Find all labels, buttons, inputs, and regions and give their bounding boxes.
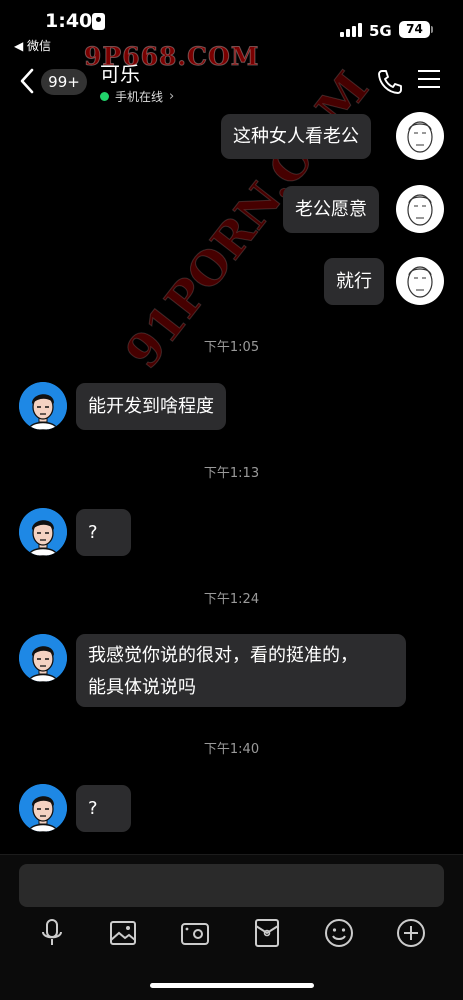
watermark-top: 9P668.COM — [83, 42, 260, 72]
received-message-bubble[interactable]: 我感觉你说的很对，看的挺准的， 能具体说说吗 — [76, 634, 406, 707]
home-indicator[interactable] — [150, 983, 314, 988]
unread-count-badge[interactable]: 99+ — [41, 69, 87, 95]
sent-message-bubble[interactable]: 这种女人看老公 — [221, 114, 371, 159]
battery-tip — [431, 26, 433, 33]
contact-avatar[interactable] — [19, 784, 67, 832]
online-dot-icon — [100, 92, 109, 101]
red-packet-icon[interactable] — [251, 917, 283, 949]
contact-avatar[interactable] — [19, 634, 67, 682]
status-time: 1:40 — [45, 10, 93, 32]
contact-avatar[interactable] — [19, 382, 67, 430]
phone-icon[interactable] — [376, 68, 404, 96]
message-input[interactable] — [19, 864, 444, 907]
received-message-bubble[interactable]: ? — [76, 785, 131, 832]
my-avatar[interactable] — [396, 185, 444, 233]
network-type: 5G — [369, 22, 392, 40]
camera-icon[interactable] — [179, 917, 211, 949]
timestamp: 下午1:05 — [203, 340, 260, 355]
timestamp: 下午1:40 — [203, 742, 260, 757]
plus-icon[interactable] — [395, 917, 427, 949]
back-to-app-link[interactable]: ◀ 微信 — [14, 37, 51, 54]
message-line: 能具体说说吗 — [88, 677, 196, 698]
my-avatar[interactable] — [396, 257, 444, 305]
my-avatar[interactable] — [396, 112, 444, 160]
received-message-bubble[interactable]: ? — [76, 509, 131, 556]
emoji-icon[interactable] — [323, 917, 355, 949]
image-icon[interactable] — [107, 917, 139, 949]
signal-icon — [340, 23, 362, 37]
sent-message-bubble[interactable]: 老公愿意 — [283, 186, 379, 233]
timestamp: 下午1:13 — [203, 466, 260, 481]
battery-icon: 74 — [399, 21, 430, 38]
message-line: 我感觉你说的很对，看的挺准的， — [88, 645, 358, 666]
online-status-label: 手机在线 — [115, 90, 164, 104]
back-chevron-icon[interactable] — [14, 66, 44, 96]
timestamp: 下午1:24 — [203, 592, 260, 607]
menu-icon[interactable] — [418, 70, 442, 92]
sent-message-bubble[interactable]: 就行 — [324, 258, 384, 305]
person-badge-icon — [92, 13, 105, 30]
mic-icon[interactable] — [36, 917, 68, 949]
contact-avatar[interactable] — [19, 508, 67, 556]
received-message-bubble[interactable]: 能开发到啥程度 — [76, 383, 226, 430]
online-status[interactable]: 手机在线 › — [100, 88, 174, 105]
chevron-right-icon: › — [169, 89, 175, 104]
